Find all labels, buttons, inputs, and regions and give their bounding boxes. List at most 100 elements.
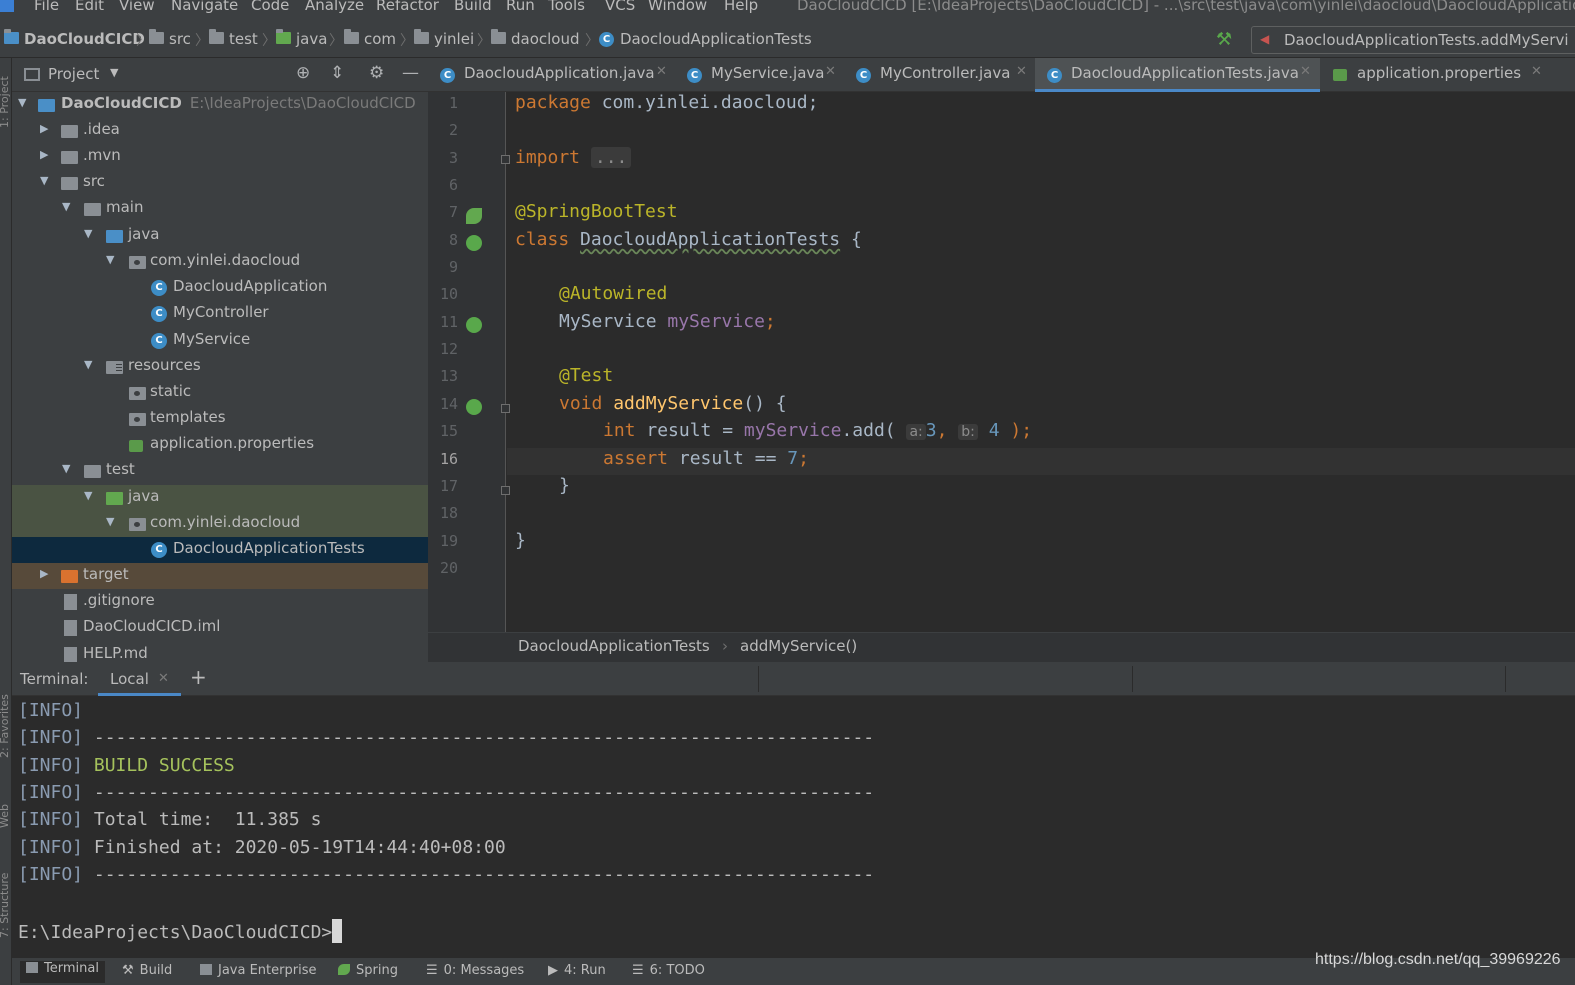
close-icon[interactable]: ✕ — [825, 64, 836, 79]
close-icon[interactable]: ✕ — [1016, 64, 1027, 79]
tree-item-static[interactable]: static — [12, 380, 428, 406]
breadcrumb-yinlei[interactable]: yinlei — [414, 29, 474, 48]
close-icon[interactable]: ✕ — [1300, 64, 1311, 79]
menu-edit[interactable]: Edit — [75, 0, 104, 14]
tree-item-daocloud-application-tests[interactable]: C DaocloudApplicationTests — [12, 537, 428, 563]
chevron-right-icon[interactable]: ▶ — [40, 122, 48, 135]
fold-collapse-icon[interactable] — [501, 404, 510, 413]
gear-icon[interactable]: ⚙ — [369, 63, 384, 83]
terminal-output[interactable]: [INFO] [INFO] --------------------------… — [18, 700, 1575, 958]
project-tool-button[interactable]: 1: Project — [0, 76, 11, 128]
structure-tool-button[interactable]: 7: Structure — [0, 873, 11, 938]
tab-daocloud-application[interactable]: C DaocloudApplication.java ✕ — [428, 58, 674, 92]
tree-item-test[interactable]: ▼ test — [12, 458, 428, 484]
chevron-down-icon[interactable]: ▼ — [110, 66, 118, 79]
chevron-down-icon[interactable]: ▼ — [18, 96, 26, 109]
menu-analyze[interactable]: Analyze — [305, 0, 364, 14]
breadcrumb-test[interactable]: test — [209, 29, 258, 48]
close-icon[interactable]: ✕ — [1531, 64, 1542, 79]
close-icon[interactable]: ✕ — [656, 64, 667, 79]
menu-window[interactable]: Window — [648, 0, 707, 14]
tree-item-gitignore[interactable]: .gitignore — [12, 589, 428, 615]
fold-collapse-icon[interactable] — [501, 486, 510, 495]
breadcrumb-class[interactable]: C DaocloudApplicationTests — [599, 30, 812, 48]
tab-my-service[interactable]: C MyService.java ✕ — [675, 58, 843, 92]
chevron-down-icon[interactable]: ▼ — [62, 462, 70, 475]
tree-item-templates[interactable]: templates — [12, 406, 428, 432]
chevron-down-icon[interactable]: ▼ — [40, 174, 48, 187]
tab-my-controller[interactable]: C MyController.java ✕ — [844, 58, 1034, 92]
tree-item-target[interactable]: ▶ target — [12, 563, 428, 589]
menu-code[interactable]: Code — [251, 0, 289, 14]
tab-application-properties[interactable]: application.properties ✕ — [1321, 58, 1551, 92]
tab-daocloud-application-tests[interactable]: C DaocloudApplicationTests.java ✕ — [1035, 58, 1320, 92]
menu-help[interactable]: Help — [724, 0, 758, 14]
project-view-title[interactable]: Project — [48, 65, 99, 83]
chevron-down-icon[interactable]: ▼ — [84, 358, 92, 371]
tree-item-resources[interactable]: ▼ resources — [12, 354, 428, 380]
tab-local[interactable]: Local ✕ — [98, 662, 181, 696]
chevron-right-icon[interactable]: ▶ — [40, 148, 48, 161]
autowired-navigate-icon[interactable] — [466, 317, 482, 333]
tree-item-mvn[interactable]: ▶ .mvn — [12, 144, 428, 170]
line-number-gutter[interactable]: 1 2 3 6 7 8 9 10 11 12 13 14 15 16 17 18… — [428, 92, 510, 632]
tree-item-idea[interactable]: ▶ .idea — [12, 118, 428, 144]
chevron-down-icon[interactable]: ▼ — [106, 253, 114, 266]
tree-item-test-java[interactable]: ▼ java — [12, 485, 428, 511]
hide-minimize-icon[interactable]: — — [402, 63, 419, 83]
tree-item-application-properties[interactable]: application.properties — [12, 432, 428, 458]
chevron-down-icon[interactable]: ▼ — [106, 515, 114, 528]
tree-item-daocloud-application[interactable]: C DaocloudApplication — [12, 275, 428, 301]
breadcrumb-java[interactable]: java — [276, 29, 327, 48]
tool-terminal-button[interactable]: Terminal — [20, 961, 105, 983]
tree-item-my-controller[interactable]: C MyController — [12, 301, 428, 327]
tool-todo-button[interactable]: ☰ 6: TODO — [632, 963, 705, 978]
tree-item-src[interactable]: ▼ src — [12, 170, 428, 196]
tool-run-button[interactable]: ▶ 4: Run — [548, 963, 606, 978]
close-icon[interactable]: ✕ — [158, 671, 169, 686]
new-terminal-plus-icon[interactable]: + — [190, 665, 207, 689]
favorites-tool-button[interactable]: 2: Favorites — [0, 694, 11, 758]
run-test-icon[interactable] — [466, 235, 482, 251]
tool-build-button[interactable]: ⚒ Build — [122, 963, 172, 978]
chevron-down-icon[interactable]: ▼ — [84, 489, 92, 502]
breadcrumb-src[interactable]: src — [149, 29, 191, 48]
code-area[interactable]: package com.yinlei.daocloud; import ... … — [515, 92, 1575, 632]
web-tool-button[interactable]: Web — [0, 804, 11, 828]
breadcrumb-method[interactable]: addMyService() — [740, 637, 857, 655]
tool-spring-button[interactable]: Spring — [338, 963, 398, 978]
chevron-right-icon[interactable]: ▶ — [40, 567, 48, 580]
tree-item-main-package[interactable]: ▼ com.yinlei.daocloud — [12, 249, 428, 275]
breadcrumb-project[interactable]: DaoCloudCICD — [4, 29, 145, 48]
tree-item-project-root[interactable]: ▼ DaoCloudCICD E:\IdeaProjects\DaoCloudCI… — [12, 92, 428, 118]
locate-crosshair-icon[interactable]: ⊕ — [296, 63, 310, 83]
tree-item-main[interactable]: ▼ main — [12, 196, 428, 222]
fold-expand-icon[interactable] — [501, 155, 510, 164]
tool-java-enterprise-button[interactable]: Java Enterprise — [200, 963, 316, 978]
menu-tools[interactable]: Tools — [548, 0, 585, 14]
build-hammer-icon[interactable]: ⚒ — [1216, 29, 1232, 50]
breadcrumb-class[interactable]: DaocloudApplicationTests — [518, 637, 710, 655]
chevron-down-icon[interactable]: ▼ — [62, 200, 70, 213]
tool-messages-button[interactable]: ☰ 0: Messages — [426, 963, 524, 978]
collapse-all-icon[interactable]: ⇕ — [330, 63, 344, 83]
tree-item-my-service[interactable]: C MyService — [12, 328, 428, 354]
breadcrumb-com[interactable]: com — [344, 29, 396, 48]
menu-refactor[interactable]: Refactor — [376, 0, 439, 14]
menu-vcs[interactable]: VCS — [605, 0, 635, 14]
chevron-down-icon[interactable]: ▼ — [84, 227, 92, 240]
menu-run[interactable]: Run — [506, 0, 535, 14]
menu-navigate[interactable]: Navigate — [171, 0, 238, 14]
menu-file[interactable]: File — [34, 0, 59, 14]
tree-item-help-md[interactable]: HELP.md — [12, 642, 428, 662]
menu-view[interactable]: View — [119, 0, 155, 14]
tree-item-iml[interactable]: DaoCloudCICD.iml — [12, 615, 428, 641]
tree-item-main-java[interactable]: ▼ java — [12, 223, 428, 249]
tree-item-test-package[interactable]: ▼ com.yinlei.daocloud — [12, 511, 428, 537]
menu-build[interactable]: Build — [454, 0, 492, 14]
terminal-prompt[interactable]: E:\IdeaProjects\DaoCloudCICD> — [18, 919, 343, 946]
spring-bean-leaf-icon[interactable] — [466, 208, 482, 224]
run-test-icon[interactable] — [466, 399, 482, 415]
run-configuration-select[interactable]: ◀ DaocloudApplicationTests.addMyServi — [1251, 26, 1575, 54]
folded-imports[interactable]: ... — [590, 147, 632, 168]
